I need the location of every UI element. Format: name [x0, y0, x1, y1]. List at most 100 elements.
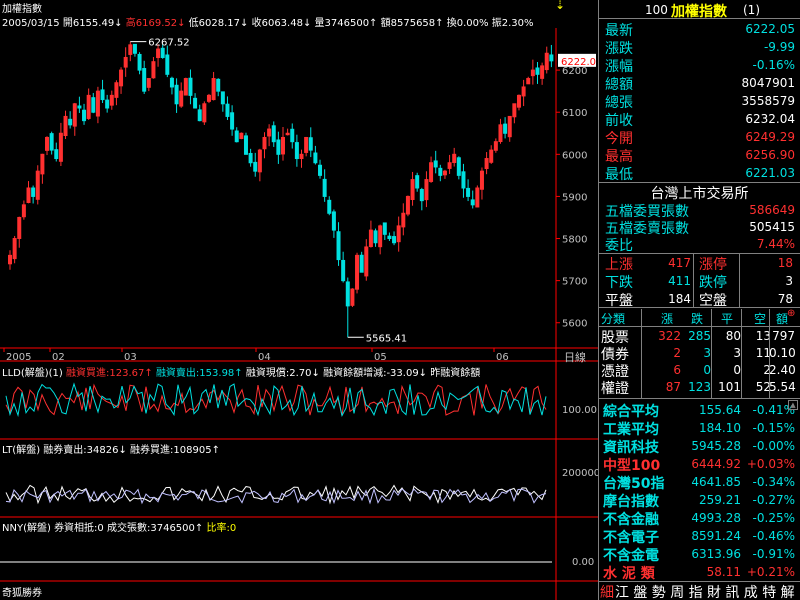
tab-8[interactable]: 成: [744, 582, 758, 600]
divider: [599, 398, 800, 399]
index-row[interactable]: 工業平均 184.10 -0.15%: [599, 419, 799, 438]
candle-body: [257, 149, 262, 173]
chart-area[interactable]: 加權指數 ⇣ 2005/03/15 開6155.49↓ 高6169.52↓ 低6…: [0, 0, 598, 600]
candle-body: [54, 149, 59, 160]
candle-body: [378, 225, 383, 248]
tab-2[interactable]: 盤: [633, 582, 647, 600]
tab-3[interactable]: 勢: [652, 582, 666, 600]
nny-axis-label: 0.00: [572, 557, 594, 568]
index-row[interactable]: 資訊科技 5945.28 -0.00%: [599, 437, 799, 456]
candle-body: [479, 170, 484, 190]
index-row[interactable]: 中型100 6444.92 +0.03%: [599, 455, 799, 474]
candle-body: [433, 160, 438, 168]
candle-body: [466, 187, 471, 197]
candle-body: [40, 153, 45, 175]
candle-body: [216, 78, 221, 92]
x-tick-label: 05: [374, 352, 387, 363]
tab-7[interactable]: 訊: [725, 582, 739, 600]
candle-body: [156, 48, 161, 59]
candle-body: [26, 187, 31, 203]
quote-line: 2005/03/15 開6155.49↓ 高6169.52↓ 低6028.17↓…: [2, 14, 533, 29]
panel-header: 100 加權指數 (1): [599, 0, 800, 20]
nny-panel-header: NNY(解盤) 券資相抵:0 成交張數:3746500↑ 比率:0: [2, 519, 236, 534]
tab-5[interactable]: 指: [689, 582, 703, 600]
index-name: 不含電子: [603, 530, 659, 546]
breadth-label: 下跌: [605, 275, 633, 291]
quote-label: 最低: [605, 167, 633, 183]
candle-body: [294, 142, 299, 160]
candle-body: [368, 229, 373, 247]
candle-body: [100, 89, 105, 101]
category-cell: 13: [755, 329, 771, 343]
breadth-value: 417: [668, 256, 691, 270]
candle-body: [109, 94, 114, 106]
pin-icon[interactable]: ⇣: [555, 0, 565, 12]
index-row[interactable]: 綜合平均 155.64 -0.41%: [599, 401, 799, 420]
tab-10[interactable]: 解: [781, 582, 795, 600]
lld-item4: 融資餘額增減:-33.09↓: [323, 368, 428, 379]
scrollbar[interactable]: ▲: [788, 400, 798, 580]
index-row[interactable]: 不含金電 6313.96 -0.91%: [599, 545, 799, 564]
category-cell: 87: [665, 380, 681, 394]
tab-9[interactable]: 特: [762, 582, 776, 600]
candle-body: [498, 124, 503, 142]
tab-6[interactable]: 財: [707, 582, 721, 600]
candle-body: [119, 69, 124, 87]
candle-body: [313, 152, 318, 164]
candle-body: [396, 225, 401, 243]
order-row: 五檔委賣張數 505415: [599, 217, 799, 237]
candle-body: [530, 69, 535, 77]
y-tick-label: 6100: [562, 108, 587, 119]
category-cell: 285: [688, 329, 711, 343]
quote-row: 今開 6249.29: [599, 127, 799, 147]
y-tick-label: 6000: [562, 150, 587, 161]
candle-body: [429, 162, 434, 182]
category-cell: 3: [703, 346, 711, 360]
index-name: 綜合平均: [603, 404, 659, 420]
candle-body: [355, 254, 360, 290]
index-row[interactable]: 台灣50指 4641.85 -0.34%: [599, 473, 799, 492]
candle-body: [132, 43, 137, 54]
index-value: 5945.28: [691, 439, 741, 453]
candle-body: [322, 178, 327, 197]
candle-body: [179, 90, 184, 107]
expand-icon[interactable]: ⊕: [787, 308, 795, 319]
candle-body: [137, 53, 142, 71]
candle-body: [308, 137, 313, 151]
category-cell: 6: [673, 363, 681, 377]
candle-body: [31, 187, 36, 197]
candle-body: [387, 235, 392, 240]
candle-body: [318, 164, 323, 176]
candle-body: [248, 152, 253, 164]
quote-value: 6221.03: [745, 166, 795, 180]
quote-row: 最低 6221.03: [599, 163, 799, 183]
index-row[interactable]: 不含電子 8591.24 -0.46%: [599, 527, 799, 546]
tab-1[interactable]: 江: [615, 582, 629, 600]
breadth-value: 3: [785, 274, 793, 288]
candle-body: [484, 158, 489, 170]
tab-0[interactable]: 細: [600, 582, 614, 600]
candle-body: [493, 141, 498, 151]
candlestick-chart[interactable]: 56005700580059006000610062006267.525565.…: [0, 28, 598, 600]
candle-body: [206, 94, 211, 102]
breadth-value: 411: [668, 274, 691, 288]
index-row[interactable]: 摩台指數 259.21 -0.27%: [599, 491, 799, 510]
lld-panel-header: LLD(解盤)(1) 融資買進:123.67↑ 融資賣出:153.98↑ 融資現…: [2, 364, 480, 379]
index-row[interactable]: 水 泥 類 58.11 +0.21%: [599, 563, 799, 582]
index-name: 不含金融: [603, 512, 659, 528]
nny-title: NNY(解盤): [2, 523, 51, 534]
candle-body: [58, 132, 63, 162]
scroll-up-icon[interactable]: ▲: [788, 400, 798, 410]
index-row[interactable]: 不含金融 4993.28 -0.25%: [599, 509, 799, 528]
quote-value: -9.99: [763, 40, 795, 54]
tab-4[interactable]: 周: [670, 582, 684, 600]
candle-body: [345, 281, 350, 307]
candle-body: [456, 157, 461, 176]
divider: [769, 309, 770, 398]
tab-bar: 細江盤勢周指財訊成特解: [599, 582, 800, 600]
candle-body: [281, 136, 285, 155]
order-value: 505415: [749, 220, 795, 234]
candle-body: [382, 222, 387, 235]
candle-body: [146, 78, 151, 88]
index-value: 4993.28: [691, 511, 741, 525]
